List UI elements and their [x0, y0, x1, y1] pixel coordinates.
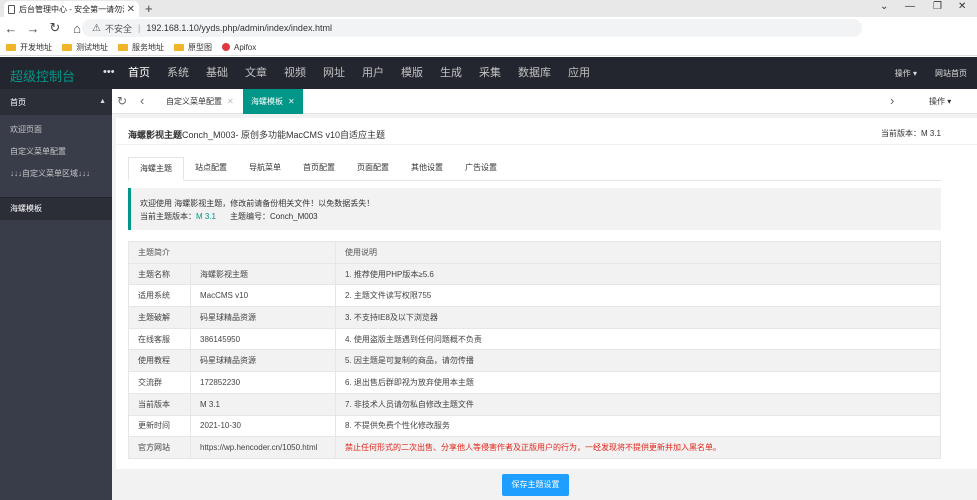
- security-label: 不安全: [104, 23, 132, 34]
- bookmark-item[interactable]: Apifox: [222, 43, 256, 52]
- document-icon: [8, 4, 15, 14]
- caret-up-icon: ▲: [99, 98, 106, 105]
- folder-icon: [118, 43, 128, 51]
- table-row: 使用教程 码星球精品资源 5. 因主题是可复制的商品，请勿传播: [128, 349, 941, 373]
- reload-icon[interactable]: ↻: [44, 20, 66, 36]
- app-logo[interactable]: 超级控制台: [10, 66, 75, 85]
- operate-dropdown[interactable]: 操作 ▾: [895, 68, 917, 79]
- table-row: 主题破解 码星球精品资源 3. 不支持IE8及以下浏览器: [128, 306, 941, 329]
- menu-item-home[interactable]: 首页: [128, 57, 150, 89]
- sidebar: 首页 ▲ 欢迎页面 自定义菜单配置 ↓↓↓自定义菜单区域↓↓↓ 海螺模板: [0, 89, 112, 500]
- close-icon[interactable]: ✕: [227, 97, 234, 106]
- table-row: 更新时间 2021-10-30 8. 不提供免费个性化修改服务: [128, 414, 941, 438]
- sidebar-item-custom-area[interactable]: ↓↓↓自定义菜单区域↓↓↓: [0, 163, 112, 185]
- table-row: 官方网站 https://wp.hencoder.cn/1050.html 禁止任何…: [128, 436, 941, 459]
- apifox-icon: [222, 43, 230, 51]
- menu-item-basic[interactable]: 基础: [206, 57, 228, 89]
- folder-icon: [62, 43, 72, 51]
- maximize-icon[interactable]: ❐: [933, 1, 942, 12]
- minimize-icon[interactable]: —: [905, 1, 915, 12]
- theme-info-table: 主题简介 使用说明 主题名称 海螺影视主题 1. 推荐使用PHP版本≥5.6 适用系…: [128, 241, 941, 459]
- bookmark-item[interactable]: 开发地址: [6, 42, 52, 53]
- address-bar: ← → ↻ ⌂ ⚠ 不安全 | 192.168.1.10/yyds.php/ad…: [0, 17, 977, 50]
- tab-conch-theme[interactable]: 海螺主题: [128, 157, 184, 181]
- settings-tabs: 海螺主题 站点配置 导航菜单 首页配置 页面配置 其他设置 广告设置: [128, 157, 941, 181]
- close-icon[interactable]: ✕: [288, 97, 295, 106]
- sidebar-item-conch-template[interactable]: 海螺模板: [0, 198, 112, 220]
- page-title: 海螺影视主题Conch_M003- 原创多功能MacCMS v10自适应主题: [128, 130, 386, 140]
- tab-page-config[interactable]: 页面配置: [346, 157, 400, 181]
- menu-item-database[interactable]: 数据库: [518, 57, 551, 89]
- form-footer: 保存主题设置: [112, 469, 977, 500]
- new-tab-icon[interactable]: +: [145, 1, 153, 16]
- menu-item-app[interactable]: 应用: [568, 57, 590, 89]
- main-menu: 首页 系统 基础 文章 视频 网址 用户 模版 生成 采集 数据库 应用: [128, 57, 607, 89]
- notice-version-line: 当前主题版本：M 3.1 主题编号：Conch_M003: [140, 212, 318, 221]
- tab-site-config[interactable]: 站点配置: [184, 157, 238, 181]
- theme-card: 海螺影视主题Conch_M003- 原创多功能MacCMS v10自适应主题 当…: [116, 118, 977, 469]
- sidebar-group-home[interactable]: 首页 ▲: [0, 89, 112, 115]
- table-row: 适用系统 MacCMS v10 2. 主题文件读写权限755: [128, 284, 941, 308]
- menu-item-collect[interactable]: 采集: [479, 57, 501, 89]
- tab-conch-template[interactable]: 海螺模板 ✕: [243, 89, 303, 114]
- menu-item-video[interactable]: 视频: [284, 57, 306, 89]
- menu-item-generate[interactable]: 生成: [440, 57, 462, 89]
- tab-nav-menu[interactable]: 导航菜单: [238, 157, 292, 181]
- tab-home-config[interactable]: 首页配置: [292, 157, 346, 181]
- current-version: 当前版本：M 3.1: [880, 129, 941, 138]
- table-header: 主题简介 使用说明: [128, 241, 941, 264]
- chevron-left-icon[interactable]: ‹: [140, 93, 144, 108]
- url-text: 192.168.1.10/yyds.php/admin/index/index.…: [146, 23, 332, 33]
- close-tab-icon[interactable]: ✕: [127, 4, 135, 15]
- table-row: 在线客服 386145950 4. 使用盗版主题遇到任何问题概不负责: [128, 327, 941, 351]
- sidebar-item-custom-menu[interactable]: 自定义菜单配置: [0, 141, 112, 163]
- close-window-icon[interactable]: ✕: [958, 1, 966, 12]
- bookmark-item[interactable]: 服务地址: [118, 42, 164, 53]
- more-menu-icon[interactable]: •••: [103, 66, 115, 78]
- table-row: 当前版本 M 3.1 7. 非技术人员请勿私自修改主题文件: [128, 392, 941, 416]
- menu-item-url[interactable]: 网址: [323, 57, 345, 89]
- site-home-link[interactable]: 网站首页: [935, 68, 967, 79]
- tab-search-icon[interactable]: ⌄: [880, 1, 888, 12]
- sidebar-item-welcome[interactable]: 欢迎页面: [0, 119, 112, 141]
- save-theme-settings-button[interactable]: 保存主题设置: [502, 474, 569, 496]
- warning-icon[interactable]: ⚠: [92, 23, 101, 34]
- table-row: 主题名称 海螺影视主题 1. 推荐使用PHP版本≥5.6: [128, 262, 941, 286]
- bookmarks-bar: 开发地址 测试地址 服务地址 原型图 Apifox: [0, 39, 977, 56]
- url-input[interactable]: ⚠ 不安全 | 192.168.1.10/yyds.php/admin/inde…: [82, 19, 862, 37]
- menu-item-template[interactable]: 模版: [401, 57, 423, 89]
- notice-message: 欢迎使用 海螺影视主题，修改前请备份相关文件！以免数据丢失！: [140, 199, 375, 208]
- notice-box: 欢迎使用 海螺影视主题，修改前请备份相关文件！以免数据丢失！ 当前主题版本：M …: [128, 188, 941, 230]
- refresh-icon[interactable]: ↻: [117, 94, 127, 108]
- table-row: 交流群 172852230 6. 退出售后群即视为放弃使用本主题: [128, 371, 941, 394]
- folder-icon: [174, 43, 184, 51]
- bookmark-item[interactable]: 测试地址: [62, 42, 108, 53]
- folder-icon: [6, 43, 16, 51]
- chevron-right-icon[interactable]: ›: [890, 93, 894, 108]
- main-content: 海螺影视主题Conch_M003- 原创多功能MacCMS v10自适应主题 当…: [112, 114, 977, 500]
- browser-tab[interactable]: 后台管理中心 - 安全第一请勿泄露 ✕: [4, 1, 139, 17]
- top-navigation: 超级控制台 ••• 首页 系统 基础 文章 视频 网址 用户 模版 生成 采集 …: [0, 57, 977, 89]
- page-tabstrip: ↻ ‹ 自定义菜单配置 ✕ 海螺模板 ✕ › 操作 ▾: [112, 89, 977, 114]
- tab-custom-menu[interactable]: 自定义菜单配置 ✕: [158, 89, 242, 114]
- bookmark-item[interactable]: 原型图: [174, 42, 212, 53]
- menu-item-system[interactable]: 系统: [167, 57, 189, 89]
- menu-item-article[interactable]: 文章: [245, 57, 267, 89]
- official-site-link[interactable]: https://wp.hencoder.cn/1050.html: [190, 436, 336, 459]
- tab-operate-dropdown[interactable]: 操作 ▾: [929, 89, 951, 114]
- warning-text: 禁止任何形式的二次出售、分享他人等侵害作者及正版用户的行为，一经发现将不提供更新…: [335, 436, 941, 459]
- tab-other-settings[interactable]: 其他设置: [400, 157, 454, 181]
- tab-ad-settings[interactable]: 广告设置: [454, 157, 508, 181]
- back-icon[interactable]: ←: [0, 21, 22, 36]
- browser-tab-title: 后台管理中心 - 安全第一请勿泄露: [19, 4, 124, 14]
- menu-item-user[interactable]: 用户: [362, 57, 384, 89]
- forward-icon[interactable]: →: [22, 21, 44, 36]
- nav-right: 操作 ▾ 网站首页: [895, 57, 967, 89]
- browser-titlebar: 后台管理中心 - 安全第一请勿泄露 ✕ + ⌄ — ❐ ✕: [0, 0, 977, 17]
- caret-down-icon: ▾: [912, 68, 917, 78]
